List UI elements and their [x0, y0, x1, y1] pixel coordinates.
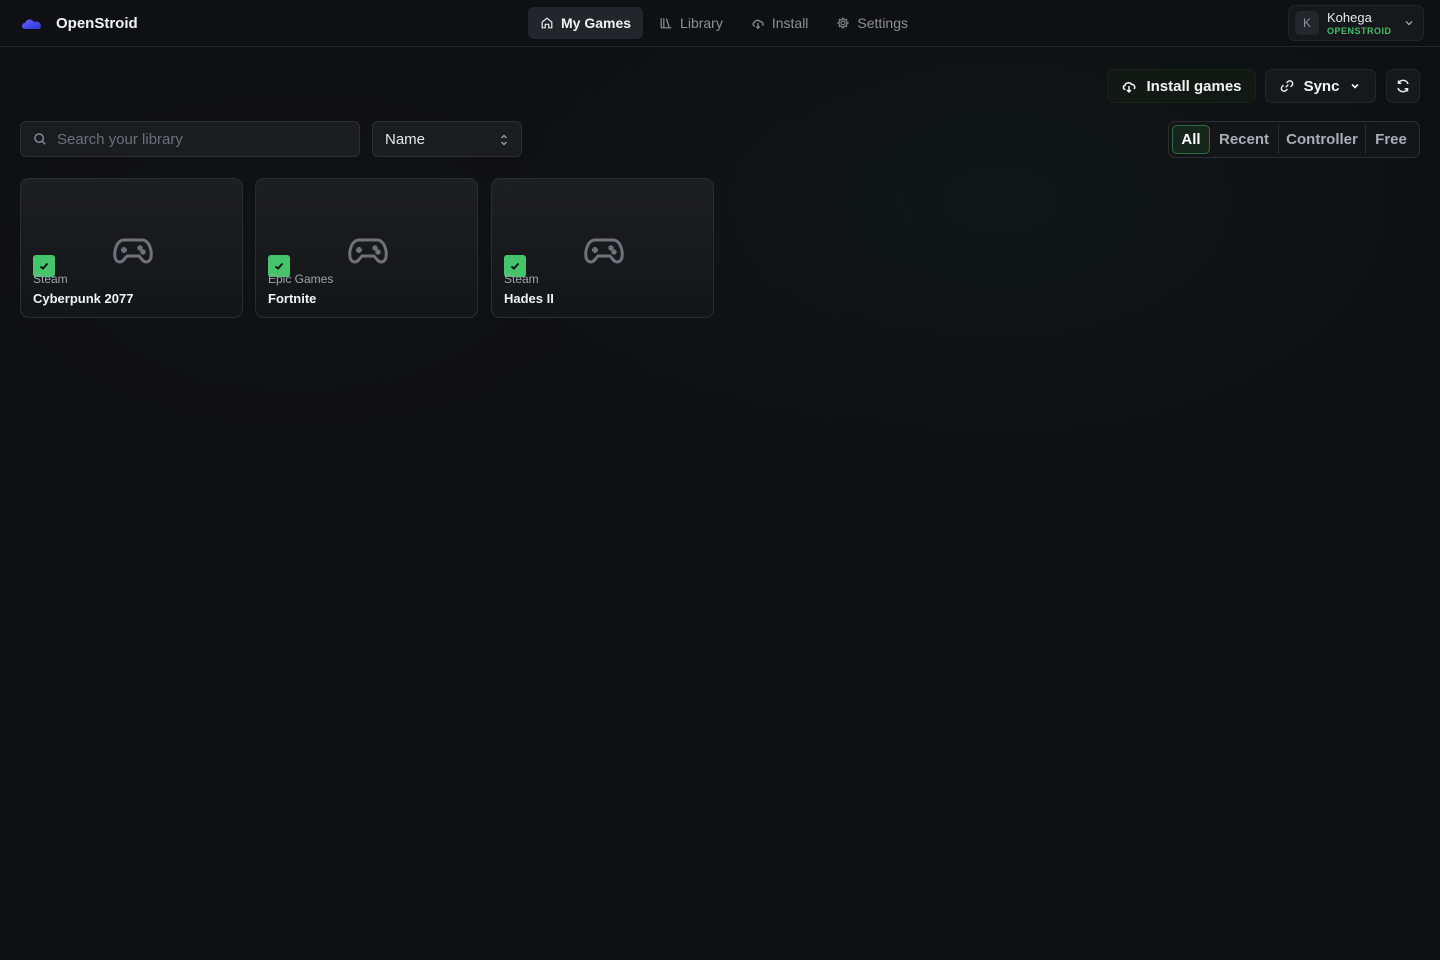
refresh-button[interactable] [1386, 69, 1420, 103]
chevron-up-down-icon [501, 134, 507, 146]
game-card[interactable]: Steam Cyberpunk 2077 [20, 178, 243, 318]
game-title: Hades II [504, 291, 554, 306]
nav-item-label: Library [680, 15, 723, 31]
nav-item-my-games[interactable]: My Games [528, 7, 644, 39]
chevron-down-icon [1405, 21, 1413, 26]
library-icon [660, 18, 672, 29]
nav-item-label: Settings [857, 15, 909, 31]
gamepad-icon [113, 238, 153, 264]
user-name: Kohega [1327, 9, 1372, 25]
filter-tabs: All Recent Controller Free [1168, 121, 1420, 158]
brand[interactable]: OpenStroid [20, 12, 138, 34]
main-nav: My Games Library Install Settings [528, 7, 920, 39]
search-box [20, 121, 360, 157]
filter-recent[interactable]: Recent [1210, 125, 1278, 154]
top-bar: OpenStroid My Games Library Install Sett… [0, 0, 1440, 47]
nav-item-settings[interactable]: Settings [824, 7, 920, 39]
game-card[interactable]: Steam Hades II [491, 178, 714, 318]
filter-free[interactable]: Free [1365, 125, 1416, 154]
install-games-label: Install games [1146, 77, 1242, 95]
sort-selected-value: Name [385, 130, 426, 148]
game-platform: Epic Games [268, 272, 334, 286]
game-title: Cyberpunk 2077 [33, 291, 134, 306]
game-platform: Steam [33, 272, 68, 286]
nav-item-library[interactable]: Library [647, 7, 735, 39]
game-title: Fortnite [268, 291, 317, 306]
gamepad-icon [584, 238, 624, 264]
avatar: K [1295, 11, 1319, 35]
gamepad-icon [348, 238, 388, 264]
sync-button[interactable]: Sync [1265, 69, 1376, 103]
search-input[interactable] [57, 130, 347, 148]
home-icon [541, 17, 553, 29]
cloud-download-icon [1123, 82, 1136, 94]
search-icon [34, 133, 46, 145]
nav-item-label: Install [771, 15, 809, 31]
nav-item-label: My Games [561, 15, 632, 31]
game-card[interactable]: Epic Games Fortnite [255, 178, 478, 318]
install-games-button[interactable]: Install games [1107, 69, 1256, 103]
app-name: OpenStroid [56, 14, 138, 32]
filter-controller[interactable]: Controller [1278, 125, 1365, 154]
cloud-logo-icon [20, 14, 44, 32]
refresh-icon [1397, 79, 1409, 93]
chevron-down-icon [1351, 83, 1359, 89]
cloud-download-icon [752, 19, 764, 30]
game-platform: Steam [504, 272, 539, 286]
nav-item-install[interactable]: Install [739, 7, 821, 39]
filter-all[interactable]: All [1172, 125, 1210, 154]
link-icon [1280, 80, 1293, 92]
user-tier-badge: OPENSTROID [1327, 25, 1392, 36]
sync-label: Sync [1303, 77, 1340, 95]
gear-icon [837, 17, 850, 29]
sort-select[interactable]: Name [372, 121, 522, 157]
user-menu[interactable]: K Kohega OPENSTROID [1288, 5, 1424, 41]
